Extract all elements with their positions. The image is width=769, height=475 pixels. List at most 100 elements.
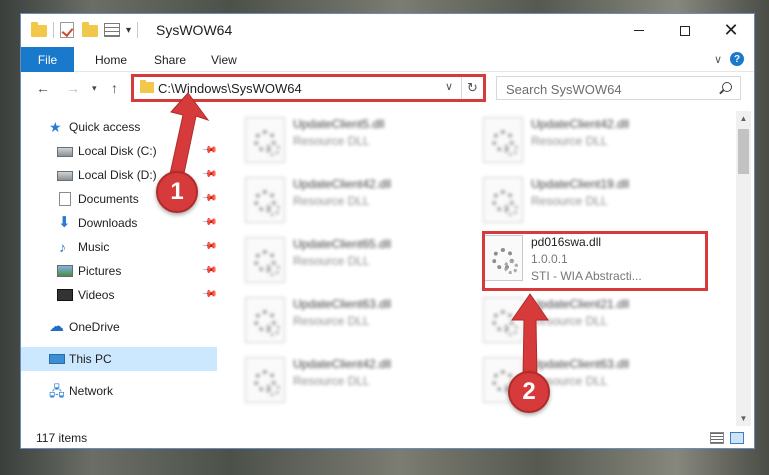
- star-icon: ★: [49, 119, 62, 135]
- tab-file[interactable]: File: [21, 47, 74, 72]
- search-input[interactable]: Search SysWOW64: [506, 82, 622, 97]
- minimize-button[interactable]: [616, 14, 662, 47]
- file-type: Resource DLL: [293, 314, 370, 328]
- file-type: Resource DLL: [531, 314, 608, 328]
- sidebar-item-this-pc[interactable]: This PC: [21, 347, 217, 371]
- new-folder-icon[interactable]: [82, 22, 98, 38]
- scroll-thumb[interactable]: [738, 129, 749, 174]
- file-type: Resource DLL: [293, 194, 370, 208]
- videos-icon: [57, 289, 73, 301]
- dll-file-icon: [245, 297, 285, 343]
- file-name: UpdateClient42.dll: [531, 117, 630, 131]
- file-item[interactable]: UpdateClient65.dll Resource DLL: [245, 235, 475, 287]
- file-item[interactable]: UpdateClient5.dll Resource DLL: [245, 115, 475, 167]
- large-icons-view-icon[interactable]: [730, 432, 744, 444]
- sidebar-item-videos[interactable]: Videos 📌: [21, 283, 217, 307]
- address-highlight-box: [131, 74, 486, 102]
- item-count: 117 items: [36, 431, 88, 445]
- tab-share[interactable]: Share: [154, 47, 186, 72]
- file-item[interactable]: UpdateClient42.dll Resource DLL: [245, 175, 475, 227]
- tab-home[interactable]: Home: [95, 47, 127, 72]
- file-name: UpdateClient21.dll: [531, 297, 630, 311]
- file-name: UpdateClient65.dll: [293, 237, 392, 251]
- onedrive-icon: ☁: [49, 318, 64, 335]
- dll-file-icon: [245, 177, 285, 223]
- sidebar-item-label: OneDrive: [69, 320, 120, 334]
- file-item[interactable]: UpdateClient63.dll Resource DLL: [245, 295, 475, 347]
- toolbar-divider: [137, 22, 139, 38]
- folder-icon[interactable]: [31, 22, 47, 38]
- sidebar-item-label: Local Disk (C:): [78, 144, 157, 158]
- file-name: UpdateClient19.dll: [531, 177, 630, 191]
- sidebar-item-label: Documents: [78, 192, 139, 206]
- search-box[interactable]: Search SysWOW64: [496, 76, 741, 100]
- sidebar-item-quick-access[interactable]: ★ Quick access: [21, 115, 217, 139]
- pin-icon[interactable]: 📌: [200, 190, 217, 207]
- sidebar-item-local-disk-c[interactable]: Local Disk (C:) 📌: [21, 139, 217, 163]
- help-icon[interactable]: ?: [730, 52, 744, 66]
- address-row: ← → ▾ ↑ C:\Windows\SysWOW64 ∨ ↻ Search S…: [21, 73, 754, 103]
- pin-icon[interactable]: 📌: [200, 214, 217, 231]
- sidebar-item-label: This PC: [69, 352, 112, 366]
- details-view-icon[interactable]: [710, 432, 724, 444]
- scroll-up-icon[interactable]: ▲: [736, 111, 751, 126]
- scroll-down-icon[interactable]: ▼: [736, 411, 751, 426]
- file-name: UpdateClient42.dll: [293, 357, 392, 371]
- pin-icon[interactable]: 📌: [200, 262, 217, 279]
- pin-icon[interactable]: 📌: [200, 142, 217, 159]
- dll-file-icon: [245, 237, 285, 283]
- sidebar-item-label: Downloads: [78, 216, 138, 230]
- up-button[interactable]: ↑: [111, 80, 118, 96]
- sidebar-item-downloads[interactable]: ⬇ Downloads 📌: [21, 211, 217, 235]
- callout-2: 2: [508, 371, 550, 413]
- dll-file-icon: [483, 177, 523, 223]
- file-name: UpdateClient63.dll: [293, 297, 392, 311]
- dll-file-icon: [483, 117, 523, 163]
- file-item[interactable]: UpdateClient19.dll Resource DLL: [483, 175, 713, 227]
- tab-view[interactable]: View: [211, 47, 237, 72]
- network-icon: 🖧: [49, 383, 65, 399]
- pin-icon[interactable]: 📌: [200, 166, 217, 183]
- file-name: UpdateClient63.dll: [531, 357, 630, 371]
- window-title: SysWOW64: [156, 22, 233, 38]
- minimize-icon: [634, 30, 644, 31]
- file-type: Resource DLL: [293, 134, 370, 148]
- dll-file-icon: [483, 297, 523, 343]
- sidebar-item-label: Quick access: [69, 120, 141, 134]
- sidebar-item-pictures[interactable]: Pictures 📌: [21, 259, 217, 283]
- checkmark-properties-icon[interactable]: [60, 22, 76, 38]
- maximize-button[interactable]: [662, 14, 708, 47]
- quick-access-toolbar: ▾: [31, 22, 139, 38]
- music-icon: ♪: [59, 239, 66, 255]
- pin-icon[interactable]: 📌: [200, 238, 217, 255]
- properties-icon[interactable]: [104, 22, 120, 38]
- sidebar-item-music[interactable]: ♪ Music 📌: [21, 235, 217, 259]
- close-button[interactable]: ✕: [708, 14, 754, 47]
- sidebar-item-label: Network: [69, 384, 114, 398]
- disk-icon: [57, 171, 73, 181]
- pin-icon[interactable]: 📌: [200, 286, 217, 303]
- forward-button[interactable]: →: [66, 80, 80, 96]
- file-type: Resource DLL: [531, 134, 608, 148]
- customize-toolbar-dropdown[interactable]: ▾: [126, 25, 131, 36]
- file-name: UpdateClient5.dll: [293, 117, 385, 131]
- navigation-pane: ★ Quick access Local Disk (C:) 📌 Local D…: [21, 111, 217, 421]
- sidebar-item-network[interactable]: 🖧 Network: [21, 379, 217, 403]
- title-bar: ▾ SysWOW64 ✕: [21, 14, 754, 47]
- callout-1: 1: [156, 171, 198, 213]
- documents-icon: [59, 192, 71, 206]
- file-item[interactable]: UpdateClient42.dll Resource DLL: [245, 355, 475, 407]
- file-item[interactable]: UpdateClient21.dll Resource DLL: [483, 295, 713, 347]
- file-type: Resource DLL: [293, 254, 370, 268]
- search-icon[interactable]: [722, 82, 732, 92]
- sidebar-item-label: Pictures: [78, 264, 122, 278]
- vertical-scrollbar[interactable]: ▲ ▼: [736, 111, 751, 426]
- sidebar-item-label: Music: [78, 240, 110, 254]
- back-button[interactable]: ←: [36, 80, 50, 96]
- expand-ribbon-icon[interactable]: ∨: [714, 53, 722, 66]
- file-highlight-box: [482, 231, 708, 291]
- recent-locations-dropdown[interactable]: ▾: [92, 83, 97, 94]
- sidebar-item-label: Local Disk (D:): [78, 168, 157, 182]
- file-item[interactable]: UpdateClient42.dll Resource DLL: [483, 115, 713, 167]
- sidebar-item-onedrive[interactable]: ☁ OneDrive: [21, 315, 217, 339]
